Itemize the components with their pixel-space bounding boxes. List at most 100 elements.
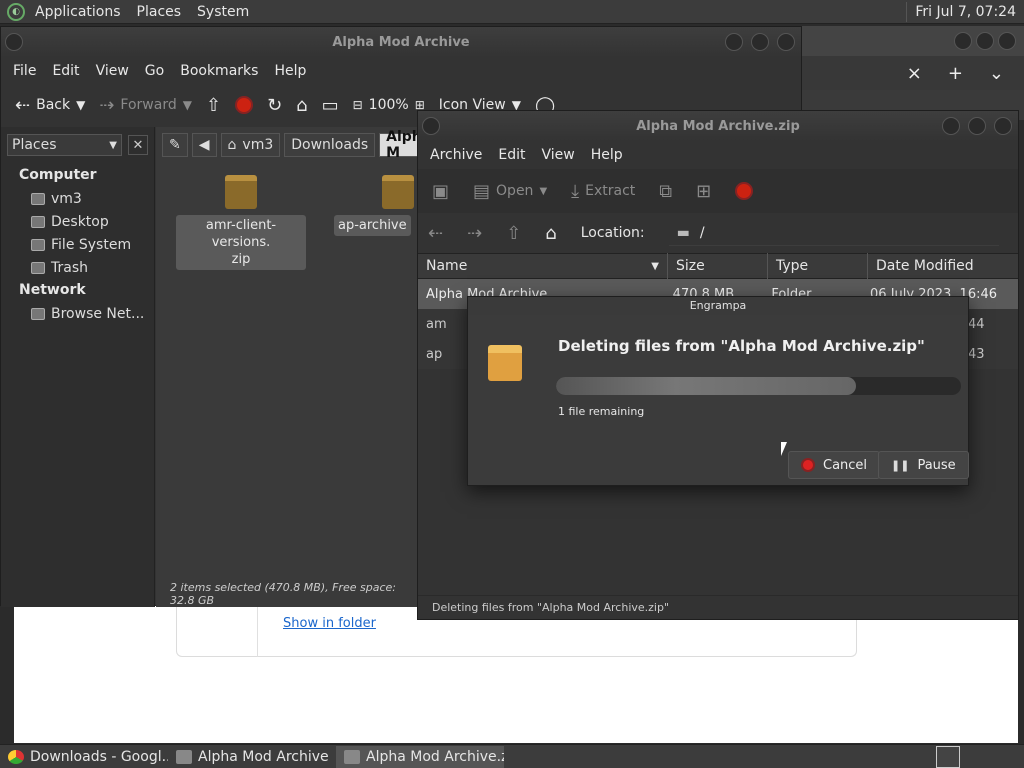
new-tab-icon[interactable]: + <box>948 63 963 84</box>
browser-maximize-button[interactable] <box>976 32 994 50</box>
chevron-left-icon: ◀ <box>198 137 210 153</box>
dialog-title: Engrampa <box>468 297 968 315</box>
menu-applications[interactable]: Applications <box>27 0 129 24</box>
places-sidebar: Places ▼ ✕ Computer vm3 Desktop File Sys… <box>1 127 155 607</box>
zoom-out-icon[interactable]: ⊟ <box>353 98 363 112</box>
task-archive-manager[interactable]: Alpha Mod Archive.zip <box>336 745 504 768</box>
path-label: vm3 <box>242 137 274 153</box>
forward-arrow-icon[interactable]: ⇢ <box>467 223 482 244</box>
close-button[interactable] <box>777 33 795 51</box>
menu-archive[interactable]: Archive <box>422 147 490 163</box>
archive-manager-titlebar[interactable]: Alpha Mod Archive.zip <box>418 111 1018 141</box>
menu-places[interactable]: Places <box>129 0 190 24</box>
stop-button[interactable] <box>231 96 257 114</box>
new-archive-icon: ▣ <box>432 180 450 202</box>
menu-go[interactable]: Go <box>137 63 172 79</box>
reload-button[interactable]: ↻ <box>263 95 286 116</box>
progress-fill <box>556 377 856 395</box>
sidebar-item-trash[interactable]: Trash <box>1 255 154 278</box>
edit-location-button[interactable]: ✎ <box>162 133 188 157</box>
sidebar-item-browse-network[interactable]: Browse Net... <box>1 301 154 324</box>
task-browser[interactable]: Downloads - Googl... <box>0 746 168 768</box>
back-arrow-icon[interactable]: ⇠ <box>428 223 443 244</box>
file-manager-statusbar: 2 items selected (470.8 MB), Free space:… <box>170 581 396 607</box>
column-date-modified[interactable]: Date Modified <box>868 253 1018 279</box>
file-view: ✎ ◀ ⌂ vm3 Downloads Alpha M amr-client-ve… <box>156 127 439 607</box>
sidebar-type-select[interactable]: Places ▼ <box>7 134 122 156</box>
clock[interactable]: Fri Jul 7, 07:24 <box>907 4 1024 20</box>
extract-label: Extract <box>585 183 636 199</box>
sidebar-close-icon[interactable]: ✕ <box>128 135 148 155</box>
sidebar-type-value: Places <box>12 137 57 153</box>
progress-bar <box>556 377 961 395</box>
row-date: 43 <box>968 346 985 362</box>
browser-minimize-button[interactable] <box>954 32 972 50</box>
path-vm3[interactable]: ⌂ vm3 <box>220 133 281 157</box>
archive-icon <box>225 175 257 209</box>
menu-file[interactable]: File <box>5 63 44 79</box>
menu-help[interactable]: Help <box>266 63 314 79</box>
extract-button[interactable]: ⤓ Extract <box>567 181 639 202</box>
tab-menu-icon[interactable]: ⌄ <box>989 63 1004 84</box>
pause-button[interactable]: ❚❚ Pause <box>878 451 969 479</box>
up-button[interactable]: ⇧ <box>202 95 225 116</box>
menu-system[interactable]: System <box>189 0 257 24</box>
maximize-button[interactable] <box>751 33 769 51</box>
computer-button[interactable]: ▭ <box>318 95 343 116</box>
menu-bookmarks[interactable]: Bookmarks <box>172 63 266 79</box>
sidebar-item-desktop[interactable]: Desktop <box>1 209 154 232</box>
home-icon[interactable]: ⌂ <box>545 223 556 244</box>
back-history-chevron-icon[interactable]: ▼ <box>76 98 85 112</box>
open-button[interactable]: ▤ Open ▼ <box>469 181 551 202</box>
menu-view[interactable]: View <box>534 147 583 163</box>
task-label: Alpha Mod Archive <box>198 748 329 765</box>
cancel-label: Cancel <box>823 457 868 473</box>
new-archive-button[interactable]: ▣ <box>428 181 453 202</box>
archive-package-icon <box>488 345 522 381</box>
cancel-button[interactable]: Cancel <box>788 451 881 479</box>
close-button[interactable] <box>994 117 1012 135</box>
file-name-line: zip <box>231 252 251 267</box>
tab-close-icon[interactable]: × <box>907 63 922 84</box>
show-in-folder-link[interactable]: Show in folder <box>283 616 376 631</box>
add-files-button[interactable]: ⧉ <box>655 181 676 202</box>
archive-manager-title: Alpha Mod Archive.zip <box>636 118 800 134</box>
minimize-button[interactable] <box>942 117 960 135</box>
column-name[interactable]: Name ▼ <box>418 253 668 279</box>
menu-edit[interactable]: Edit <box>490 147 533 163</box>
task-file-manager[interactable]: Alpha Mod Archive <box>168 746 336 768</box>
forward-history-chevron-icon[interactable]: ▼ <box>183 98 192 112</box>
sidebar-item-file-system[interactable]: File System <box>1 232 154 255</box>
path-scroll-left-button[interactable]: ◀ <box>191 133 217 157</box>
menu-edit[interactable]: Edit <box>44 63 87 79</box>
file-manager-titlebar[interactable]: Alpha Mod Archive <box>1 27 801 57</box>
maximize-button[interactable] <box>968 117 986 135</box>
column-type[interactable]: Type <box>768 253 868 279</box>
location-bar: ⇠ ⇢ ⇧ ⌂ Location: ▬ / <box>418 213 1018 253</box>
home-folder-icon: ⌂ <box>227 137 237 153</box>
window-menu-button[interactable] <box>5 33 23 51</box>
sidebar-item-vm3[interactable]: vm3 <box>1 186 154 209</box>
path-downloads[interactable]: Downloads <box>284 133 376 157</box>
file-manager-menubar: File Edit View Go Bookmarks Help <box>1 57 801 85</box>
forward-button[interactable]: ⇢ Forward ▼ <box>95 95 196 116</box>
column-label: Name <box>426 258 468 274</box>
progress-dialog: Engrampa Deleting files from "Alpha Mod … <box>467 296 969 486</box>
up-arrow-icon[interactable]: ⇧ <box>506 223 521 244</box>
back-button[interactable]: ⇠ Back ▼ <box>11 95 89 116</box>
browser-close-button[interactable] <box>998 32 1016 50</box>
add-folder-button[interactable]: ⊞ <box>692 181 715 202</box>
open-chevron-icon[interactable]: ▼ <box>539 186 547 197</box>
location-field[interactable]: ▬ / <box>668 220 999 246</box>
workspace-switcher-icon[interactable] <box>936 745 960 768</box>
window-menu-button[interactable] <box>422 117 440 135</box>
home-button[interactable]: ⌂ <box>292 95 311 116</box>
minimize-button[interactable] <box>725 33 743 51</box>
mate-logo-icon[interactable]: ◐ <box>7 2 25 21</box>
menu-view[interactable]: View <box>88 63 137 79</box>
menu-help[interactable]: Help <box>583 147 631 163</box>
column-size[interactable]: Size <box>668 253 768 279</box>
browser-tabbar: × + ⌄ <box>800 56 1024 90</box>
file-item-amr[interactable]: amr-client-versions. zip <box>176 175 306 270</box>
stop-button[interactable] <box>731 182 757 200</box>
